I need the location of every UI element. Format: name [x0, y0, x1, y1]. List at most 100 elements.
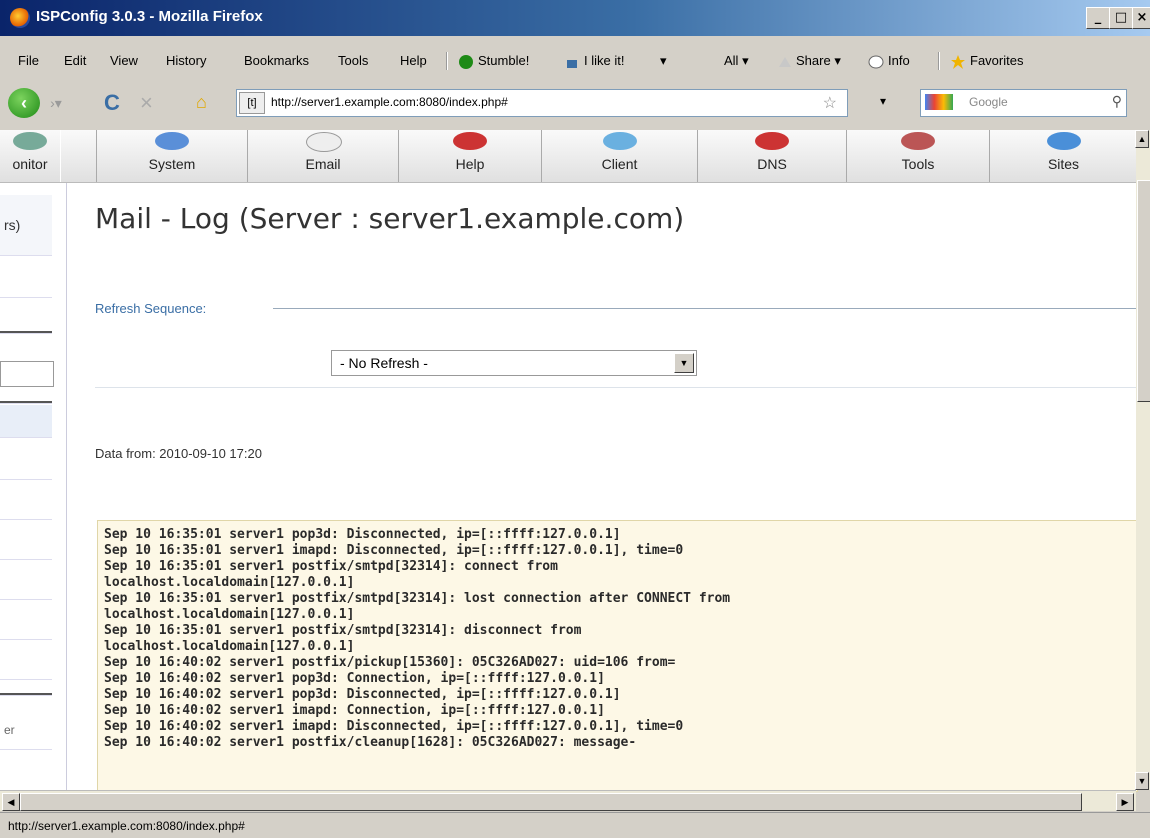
divider: [95, 387, 1136, 388]
all-button[interactable]: All ▾: [724, 53, 749, 69]
sidebar-item[interactable]: [0, 483, 52, 520]
module-tabs: onitor System Email Help Client DNS Tool…: [0, 130, 1136, 183]
google-icon: [925, 94, 953, 110]
sidebar-item[interactable]: [0, 643, 52, 680]
reload-icon[interactable]: C: [104, 90, 120, 116]
sidebar-item[interactable]: [0, 273, 52, 298]
tab-sites-label: Sites: [1047, 156, 1080, 172]
menu-tools[interactable]: Tools: [338, 53, 368, 68]
tab-system-label: System: [148, 156, 196, 172]
speech-bubble-icon: [868, 55, 884, 69]
info-label: Info: [888, 53, 910, 68]
sidebar-item-label: er: [4, 723, 15, 737]
system-icon: [155, 132, 189, 150]
menu-history[interactable]: History: [166, 53, 206, 68]
sidebar-item[interactable]: [0, 443, 52, 480]
client-icon: [602, 132, 637, 150]
menu-view[interactable]: View: [110, 53, 138, 68]
sidebar-item[interactable]: [0, 405, 52, 438]
history-dropdown-icon[interactable]: ▾: [880, 94, 886, 108]
tab-monitor[interactable]: onitor: [0, 130, 61, 182]
thumbs-down-icon[interactable]: ▾: [660, 53, 667, 69]
data-from-timestamp: Data from: 2010-09-10 17:20: [95, 446, 262, 461]
refresh-select-value: - No Refresh -: [340, 355, 428, 371]
scroll-up-icon[interactable]: ▲: [1135, 130, 1149, 148]
back-button[interactable]: ‹: [8, 88, 40, 118]
dns-icon: [755, 132, 789, 150]
menu-file[interactable]: File: [18, 53, 39, 68]
star-icon: [951, 54, 965, 69]
left-sidebar: rs) er: [0, 183, 67, 790]
help-icon: [453, 132, 487, 150]
navigation-bar: ‹ ›▾ C × ⌂ [t] http://server1.example.co…: [0, 84, 1150, 122]
status-text: http://server1.example.com:8080/index.ph…: [8, 819, 245, 833]
chevron-down-icon[interactable]: ▼: [674, 353, 694, 373]
page-title: Mail - Log (Server : server1.example.com…: [95, 202, 685, 235]
search-placeholder: Google: [969, 95, 1008, 109]
tab-system[interactable]: System: [96, 130, 248, 182]
restore-button[interactable]: □: [1109, 7, 1133, 29]
tab-email-label: Email: [305, 156, 341, 172]
log-output: Sep 10 16:35:01 server1 pop3d: Disconnec…: [97, 520, 1138, 792]
sidebar-item[interactable]: er: [0, 713, 52, 750]
sidebar-divider: [0, 331, 52, 334]
menu-help[interactable]: Help: [400, 53, 427, 68]
browser-window: ISPConfig 3.0.3 - Mozilla Firefox _ □ × …: [0, 0, 1150, 838]
forward-button[interactable]: ›▾: [44, 93, 68, 113]
sidebar-select[interactable]: [0, 361, 54, 387]
address-bar[interactable]: [t] http://server1.example.com:8080/inde…: [236, 89, 848, 117]
scroll-down-icon[interactable]: ▼: [1135, 772, 1149, 790]
stumbleupon-icon: [459, 54, 473, 69]
sidebar-item[interactable]: rs): [0, 195, 52, 256]
bookmark-star-icon[interactable]: ☆: [823, 93, 837, 113]
close-button[interactable]: ×: [1132, 7, 1150, 29]
stumble-label: Stumble!: [478, 53, 530, 68]
tab-tools-label: Tools: [901, 156, 935, 172]
vertical-scroll-thumb[interactable]: [1137, 180, 1150, 402]
title-bar: ISPConfig 3.0.3 - Mozilla Firefox _ □ ×: [0, 0, 1150, 36]
search-box[interactable]: Google ⚲: [920, 89, 1127, 117]
email-icon: [306, 132, 342, 152]
search-icon[interactable]: ⚲: [1112, 93, 1122, 110]
menu-edit[interactable]: Edit: [64, 53, 86, 68]
minimize-button[interactable]: _: [1086, 7, 1110, 29]
tab-dns[interactable]: DNS: [697, 130, 847, 182]
info-button[interactable]: Info: [868, 53, 910, 69]
firefox-icon: [10, 8, 30, 28]
tools-icon: [901, 132, 935, 150]
monitor-icon: [13, 132, 47, 150]
scroll-right-icon[interactable]: ▶: [1116, 793, 1134, 811]
refresh-select[interactable]: - No Refresh - ▼: [331, 350, 697, 376]
menu-separator: [938, 52, 940, 70]
favorites-button[interactable]: Favorites: [950, 53, 1023, 70]
home-icon[interactable]: ⌂: [196, 92, 207, 113]
vertical-scrollbar[interactable]: ▲ ▼: [1135, 130, 1150, 790]
menu-separator: [446, 52, 448, 70]
menu-bookmarks[interactable]: Bookmarks: [244, 53, 309, 68]
sidebar-divider: [0, 401, 52, 404]
tab-sites[interactable]: Sites: [989, 130, 1136, 182]
share-icon: [779, 56, 791, 67]
sidebar-item[interactable]: [0, 563, 52, 600]
sidebar-item[interactable]: [0, 523, 52, 560]
horizontal-scrollbar[interactable]: ◀ ▶: [0, 790, 1136, 811]
i-like-it-button[interactable]: I like it!: [564, 53, 624, 70]
refresh-sequence-label: Refresh Sequence:: [95, 301, 207, 316]
menu-bar: File Edit View History Bookmarks Tools H…: [0, 44, 1150, 78]
tab-tools[interactable]: Tools: [846, 130, 990, 182]
stop-icon[interactable]: ×: [140, 90, 153, 116]
log-text: Sep 10 16:35:01 server1 pop3d: Disconnec…: [104, 527, 731, 750]
thumbs-up-icon: [567, 59, 577, 68]
horizontal-scroll-thumb[interactable]: [20, 793, 1082, 811]
share-button[interactable]: Share ▾: [778, 53, 841, 69]
stumble-button[interactable]: Stumble!: [458, 53, 529, 70]
tab-client[interactable]: Client: [541, 130, 698, 182]
sites-icon: [1046, 132, 1081, 150]
tab-monitor-label: onitor: [12, 156, 48, 172]
sidebar-divider: [0, 693, 52, 696]
scroll-left-icon[interactable]: ◀: [2, 793, 20, 811]
site-identity-icon[interactable]: [t]: [239, 92, 265, 114]
tab-email[interactable]: Email: [247, 130, 399, 182]
tab-help[interactable]: Help: [398, 130, 542, 182]
sidebar-item[interactable]: [0, 603, 52, 640]
